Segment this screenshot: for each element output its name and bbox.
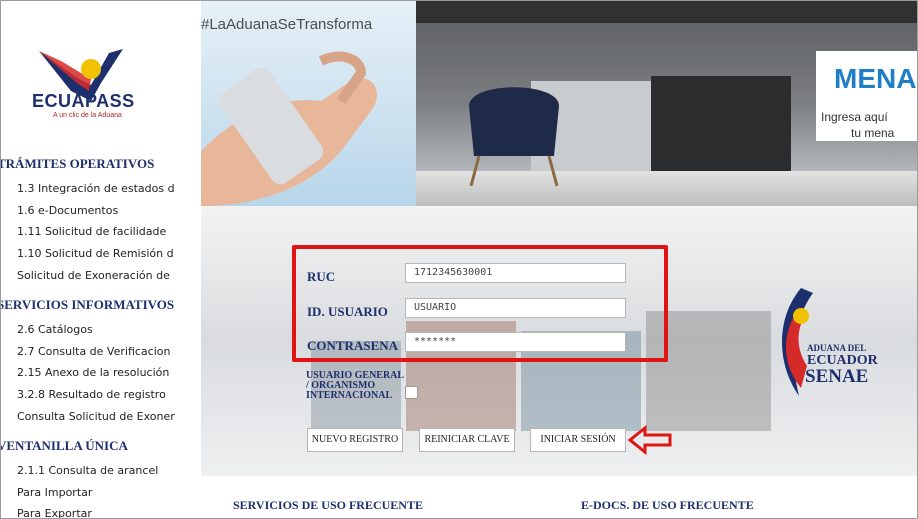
section-title-servicios: SERVICIOS INFORMATIVOS: [1, 297, 175, 312]
page-frame: ECUAPASS A un clic de la Aduana TRÁMITES…: [0, 0, 918, 519]
password-input[interactable]: *******: [405, 332, 626, 352]
new-registration-button[interactable]: NUEVO REGISTRO: [307, 428, 403, 452]
sidebar-item[interactable]: 1.11 Solicitud de facilidade: [17, 225, 166, 238]
brand-name: ECUAPASS: [32, 91, 135, 111]
sidebar-item[interactable]: 1.3 Integración de estados d: [17, 182, 175, 195]
chair-icon: [469, 87, 559, 186]
left-arrow-icon: [627, 425, 672, 455]
sidebar-item[interactable]: 1.6 e-Documentos: [17, 204, 118, 217]
sidebar-item[interactable]: 2.7 Consulta de Verificacion: [17, 345, 170, 358]
sidebar-item[interactable]: 2.15 Anexo de la resolución: [17, 366, 169, 379]
banner-subtitle: Ingresa aquí: [821, 110, 888, 124]
sidebar-item[interactable]: 3.2.8 Resultado de registro: [17, 388, 166, 401]
banner-hashtag: #LaAduanaSeTransforma: [201, 16, 373, 33]
promo-banner[interactable]: #LaAduanaSeTransforma MENA Ingresa aquí …: [201, 1, 917, 206]
ruc-label: RUC: [307, 269, 336, 284]
user-id-label: ID. USUARIO: [307, 304, 388, 319]
user-id-input[interactable]: USUARIO: [405, 298, 626, 318]
ruc-input[interactable]: 1712345630001: [405, 263, 626, 283]
banner-title: MENA: [834, 63, 917, 94]
sidebar-item[interactable]: 1.10 Solicitud de Remisión d: [17, 247, 174, 260]
general-user-checkbox[interactable]: [405, 386, 418, 399]
password-label: CONTRASENA: [307, 338, 399, 353]
sidebar-item[interactable]: Para Exportar: [17, 507, 92, 518]
section-title-ventanilla: VENTANILLA ÚNICA: [1, 438, 128, 453]
senae-line1: ADUANA DEL: [807, 343, 867, 353]
reset-password-button[interactable]: REINICIAR CLAVE: [419, 428, 515, 452]
senae-line3: SENAE: [805, 366, 869, 387]
upper-cabinets: [416, 1, 917, 23]
lower-cabinets: [651, 76, 791, 171]
brand-tagline: A un clic de la Aduana: [53, 112, 122, 119]
frequent-edocs-heading[interactable]: E-DOCS. DE USO FRECUENTE: [581, 498, 754, 513]
sidebar: ECUAPASS A un clic de la Aduana TRÁMITES…: [1, 1, 201, 518]
sidebar-item[interactable]: Consulta Solicitud de Exoner: [17, 410, 175, 423]
ecuapass-logo-icon: [39, 49, 123, 101]
frequent-services-heading[interactable]: SERVICIOS DE USO FRECUENTE: [233, 498, 423, 513]
sidebar-item[interactable]: 2.1.1 Consulta de arancel: [17, 464, 158, 477]
banner-subtitle: tu mena: [851, 126, 895, 140]
sidebar-item[interactable]: Solicitud de Exoneración de: [17, 269, 170, 282]
sidebar-item[interactable]: Para Importar: [17, 486, 92, 499]
sign-in-button[interactable]: INICIAR SESIÓN: [530, 428, 626, 452]
general-user-label: USUARIO GENERAL / ORGANISMO INTERNACIONA…: [306, 370, 404, 401]
section-title-tramites: TRÁMITES OPERATIVOS: [1, 156, 155, 171]
sidebar-item[interactable]: 2.6 Catálogos: [17, 323, 93, 336]
